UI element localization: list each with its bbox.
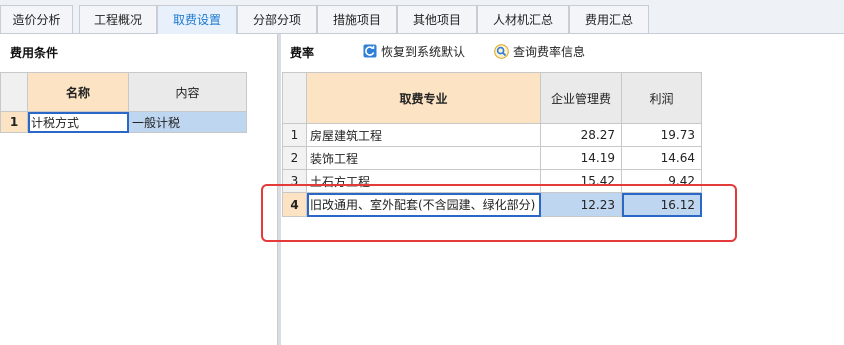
row-number[interactable]: 2: [282, 146, 307, 170]
management-fee-cell[interactable]: 15.42: [540, 169, 622, 193]
profit-cell[interactable]: 9.42: [621, 169, 702, 193]
query-rate-icon: [494, 43, 509, 59]
table-row-selected[interactable]: 4 旧改通用、室外配套(不含园建、绿化部分) 12.23 16.12: [282, 192, 702, 217]
table-row[interactable]: 1 计税方式 一般计税: [0, 111, 247, 133]
column-header-management-fee[interactable]: 企业管理费: [540, 72, 622, 124]
table-corner: [282, 72, 307, 124]
column-header-profit[interactable]: 利润: [621, 72, 702, 124]
table-row[interactable]: 3 土石方工程 15.42 9.42: [282, 169, 702, 193]
fee-specialty-cell[interactable]: 土石方工程: [306, 169, 541, 193]
tab-bar: 造价分析 工程概况 取费设置 分部分项 措施项目 其他项目 人材机汇总 费用汇总: [0, 0, 844, 34]
tab-measures[interactable]: 措施项目: [317, 5, 397, 33]
tab-other-items[interactable]: 其他项目: [397, 5, 477, 33]
management-fee-cell[interactable]: 12.23: [540, 192, 622, 217]
restore-icon: [363, 44, 377, 58]
tab-fee-settings[interactable]: 取费设置: [157, 5, 237, 34]
rate-title: 费率: [290, 46, 315, 60]
profit-cell[interactable]: 19.73: [621, 123, 702, 147]
table-row[interactable]: 2 装饰工程 14.19 14.64: [282, 146, 702, 170]
query-rate-label: 查询费率信息: [513, 44, 586, 59]
fee-specialty-cell[interactable]: 房屋建筑工程: [306, 123, 541, 147]
management-fee-cell[interactable]: 28.27: [540, 123, 622, 147]
profit-cell[interactable]: 16.12: [621, 192, 702, 217]
management-fee-cell[interactable]: 14.19: [540, 146, 622, 170]
restore-default-button[interactable]: 恢复到系统默认: [363, 42, 465, 60]
tab-fee-summary[interactable]: 费用汇总: [569, 5, 649, 33]
row-number[interactable]: 3: [282, 169, 307, 193]
tab-project-overview[interactable]: 工程概况: [79, 5, 157, 33]
panel-splitter[interactable]: [278, 34, 281, 345]
tab-cost-analysis[interactable]: 造价分析: [0, 5, 73, 33]
column-header-content[interactable]: 内容: [128, 72, 247, 112]
fee-rate-table: 取费专业 企业管理费 利润 1 房屋建筑工程 28.27 19.73 2 装饰工…: [282, 72, 702, 217]
table-row[interactable]: 1 房屋建筑工程 28.27 19.73: [282, 123, 702, 147]
column-header-name[interactable]: 名称: [27, 72, 129, 112]
profit-cell[interactable]: 14.64: [621, 146, 702, 170]
table-corner: [0, 72, 28, 112]
restore-default-label: 恢复到系统默认: [381, 44, 466, 59]
row-number[interactable]: 1: [282, 123, 307, 147]
row-number[interactable]: 4: [282, 192, 307, 217]
fee-conditions-title: 费用条件: [10, 46, 59, 60]
row-number[interactable]: 1: [0, 111, 28, 133]
fee-specialty-cell[interactable]: 旧改通用、室外配套(不含园建、绿化部分): [306, 192, 541, 217]
fee-specialty-cell[interactable]: 装饰工程: [306, 146, 541, 170]
tab-sub-items[interactable]: 分部分项: [237, 5, 317, 33]
tab-labor-material-summary[interactable]: 人材机汇总: [477, 5, 569, 33]
condition-name-cell[interactable]: 计税方式: [27, 111, 129, 133]
fee-conditions-table: 名称 内容 1 计税方式 一般计税: [0, 72, 247, 133]
query-rate-button[interactable]: 查询费率信息: [494, 42, 585, 60]
column-header-fee-specialty[interactable]: 取费专业: [306, 72, 541, 124]
condition-value-cell[interactable]: 一般计税: [128, 111, 247, 133]
